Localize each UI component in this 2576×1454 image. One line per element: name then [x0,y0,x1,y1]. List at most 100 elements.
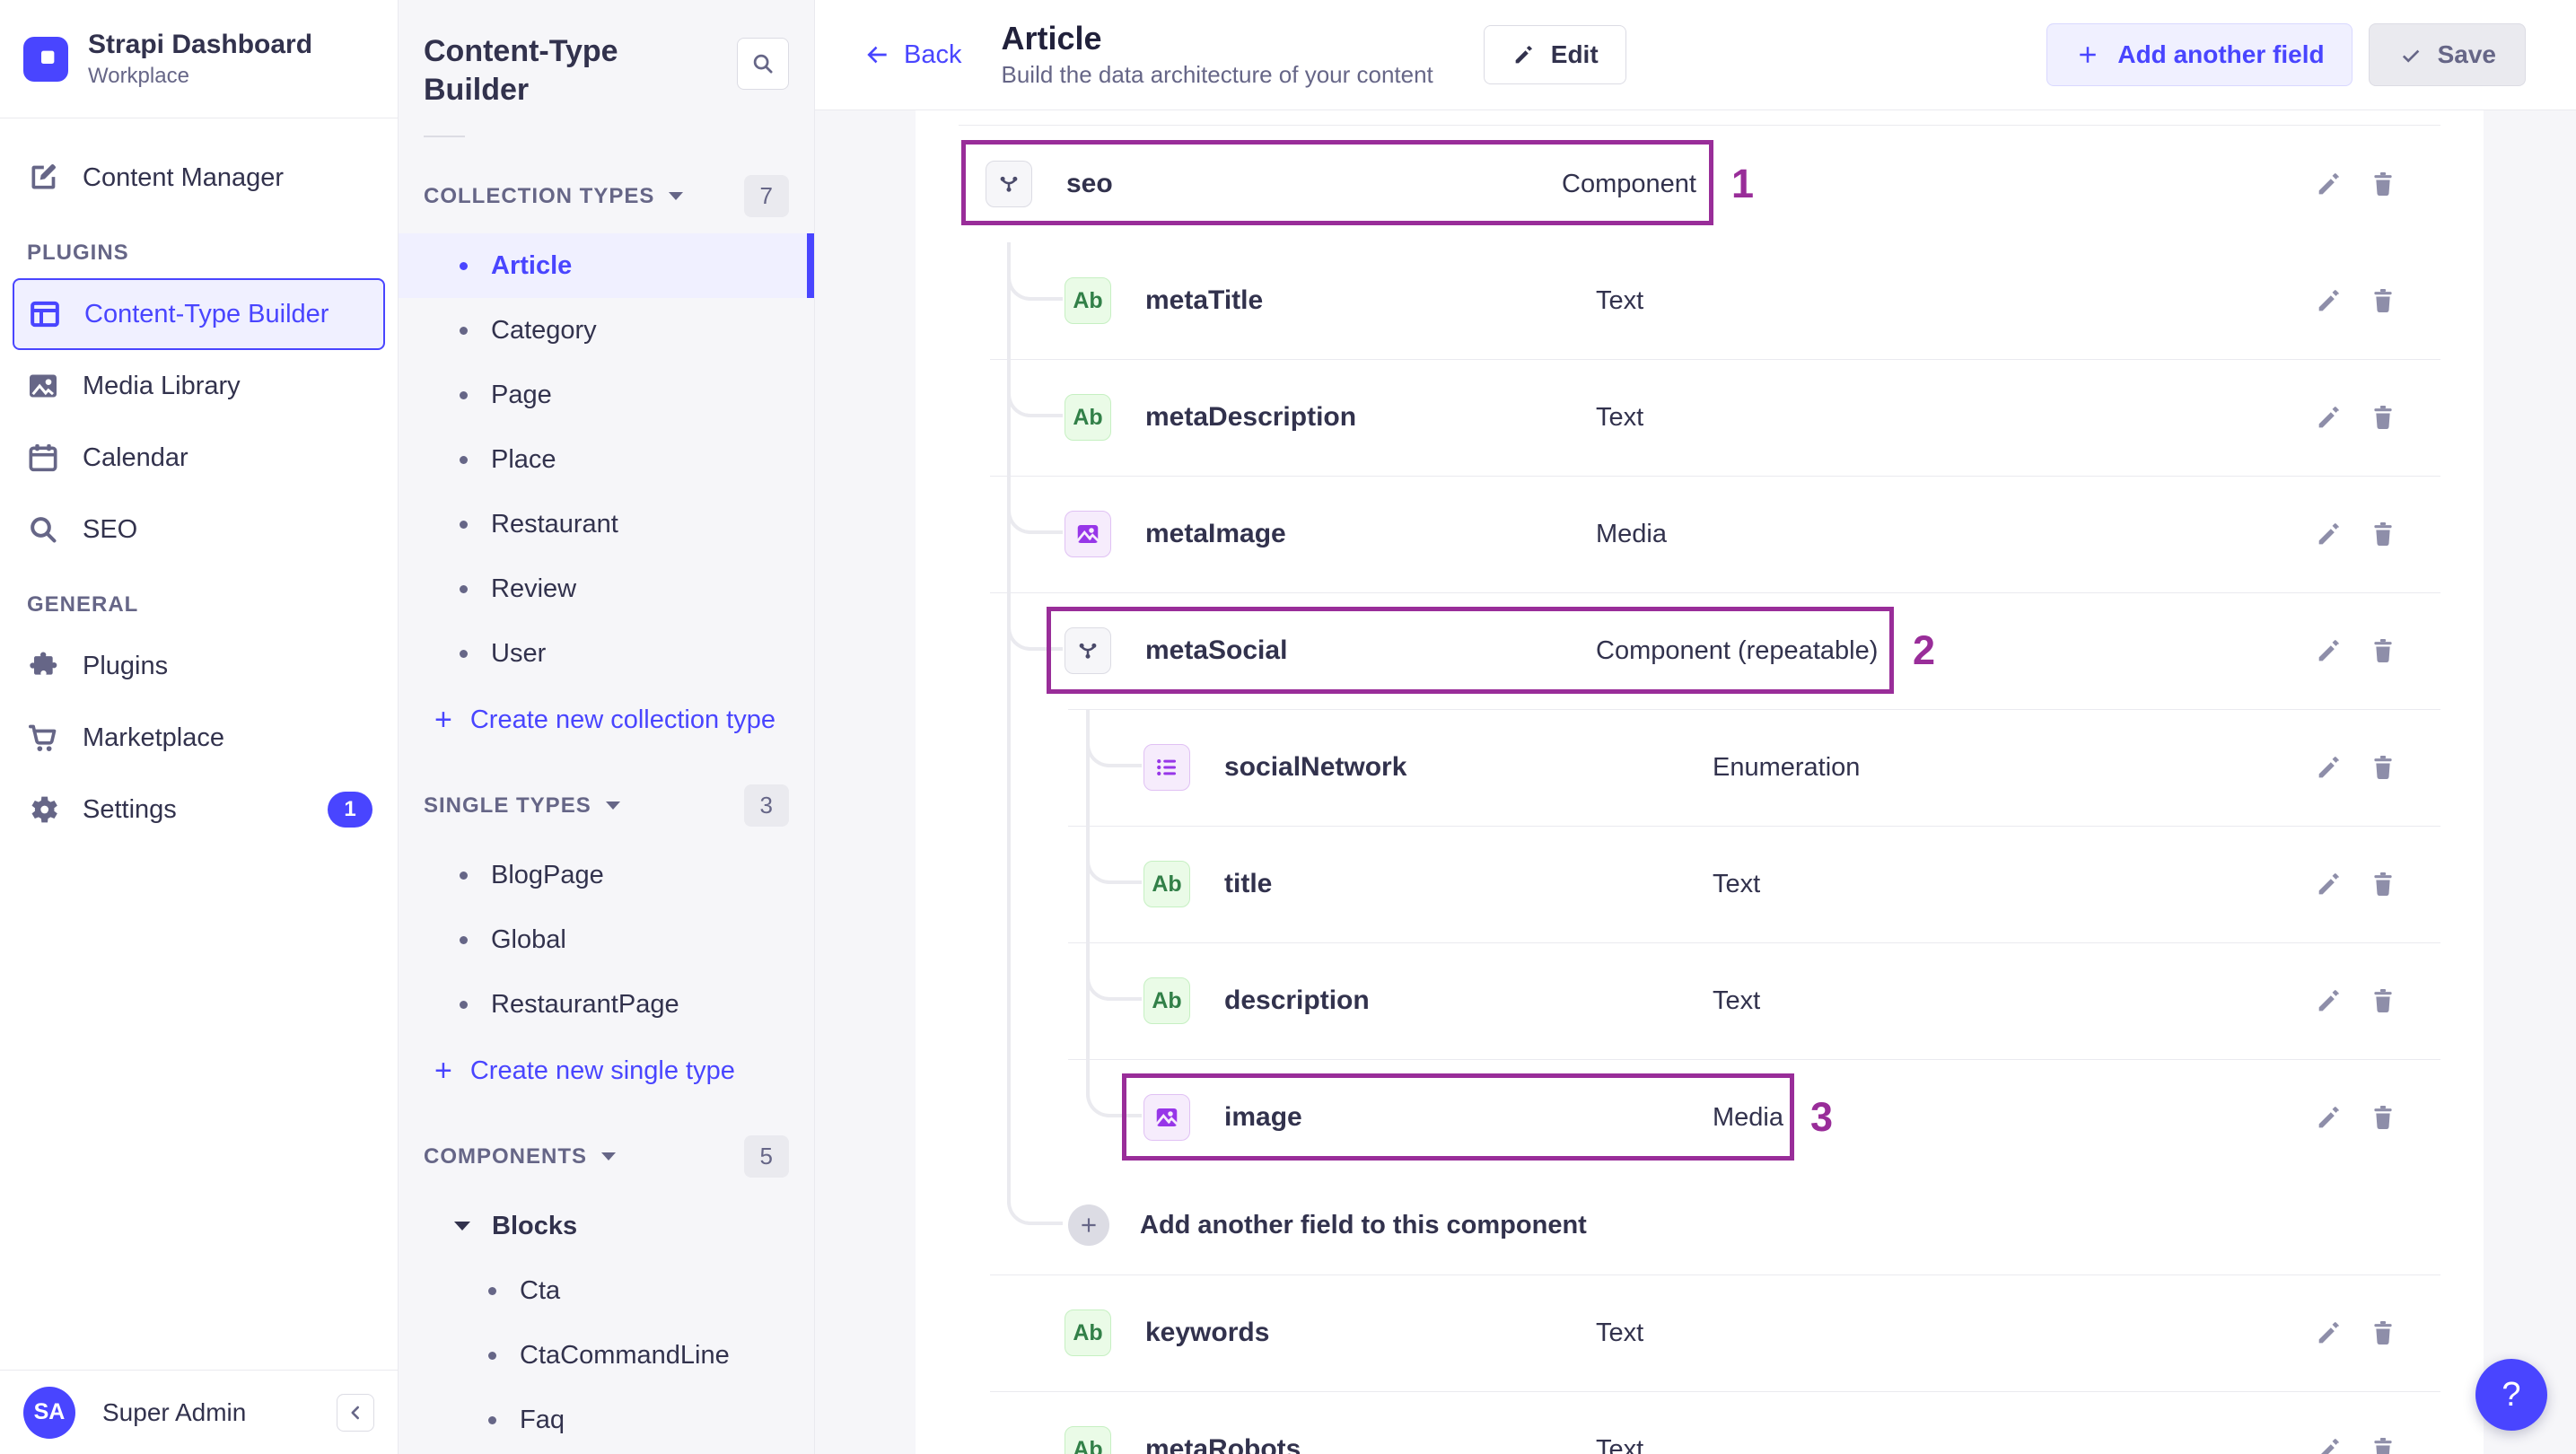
field-row-metaimage: metaImage Media [959,476,2440,592]
collection-type-category[interactable]: Category [399,298,814,363]
component-faq[interactable]: Faq [399,1388,814,1452]
single-type-blogpage[interactable]: BlogPage [399,843,814,907]
field-type: Text [1596,402,1644,432]
single-type-global[interactable]: Global [399,907,814,972]
nav-marketplace[interactable]: Marketplace [13,702,385,774]
edit-field-button[interactable] [2314,1434,2344,1454]
bullet-icon [460,649,468,658]
create-single-type-link[interactable]: + Create new single type [424,1037,789,1105]
delete-field-button[interactable] [2368,285,2398,316]
chevron-down-icon[interactable] [601,1152,617,1161]
nav-media-library[interactable]: Media Library [13,350,385,422]
edit-field-button[interactable] [2314,752,2344,783]
text-field-icon: Ab [1143,861,1190,907]
main-sidebar: Strapi Dashboard Workplace Content Manag… [0,0,399,1454]
item-label: Global [491,924,566,954]
component-ctacommandline[interactable]: CtaCommandLine [399,1323,814,1388]
collapse-sidebar-button[interactable] [337,1393,374,1432]
collection-type-user[interactable]: User [399,621,814,686]
field-name: socialNetwork [1224,752,1407,782]
bullet-icon [460,326,468,335]
delete-field-button[interactable] [2368,169,2398,199]
calendar-icon [25,440,61,476]
workspace-name: Workplace [88,63,189,88]
edit-field-button[interactable] [2314,1102,2344,1133]
back-link[interactable]: Back [863,40,961,70]
field-name: metaTitle [1145,285,1264,315]
collection-type-place[interactable]: Place [399,427,814,492]
edit-field-button[interactable] [2314,169,2344,199]
chevron-down-icon[interactable] [669,192,684,200]
collection-type-article[interactable]: Article [399,233,814,298]
avatar[interactable]: SA [23,1386,75,1439]
user-bar: SA Super Admin [0,1370,398,1454]
single-type-restaurantpage[interactable]: RestaurantPage [399,972,814,1037]
edit-field-button[interactable] [2314,285,2344,316]
edit-field-button[interactable] [2314,519,2344,549]
nav-label: Settings [83,794,177,824]
collection-type-review[interactable]: Review [399,556,814,621]
search-button[interactable] [737,38,789,90]
components-label: COMPONENTS [424,1143,588,1169]
delete-field-button[interactable] [2368,1102,2398,1133]
help-button[interactable]: ? [2475,1359,2547,1431]
plus-icon: + [434,1053,452,1088]
delete-field-button[interactable] [2368,519,2398,549]
field-type: Media [1713,1102,1783,1132]
delete-field-button[interactable] [2368,752,2398,783]
field-row-socialnetwork: socialNetwork Enumeration [959,709,2440,826]
text-field-icon: Ab [1065,277,1111,324]
user-name: Super Admin [102,1397,247,1426]
delete-field-button[interactable] [2368,869,2398,899]
edit-field-button[interactable] [2314,1318,2344,1348]
collection-type-page[interactable]: Page [399,363,814,427]
delete-field-button[interactable] [2368,985,2398,1016]
nav-label: Content-Type Builder [84,299,329,328]
annotation-number-2: 2 [1913,627,1936,673]
nav-seo[interactable]: SEO [13,494,385,565]
check-icon [2402,49,2419,63]
builder-sidebar: Content-Type Builder COLLECTION TYPES 7 … [399,0,815,1454]
item-label: Article [491,250,573,280]
component-category-blocks[interactable]: Blocks [424,1194,789,1258]
add-another-field-button[interactable]: Add another field [2046,23,2353,86]
nav-content-manager[interactable]: Content Manager [13,142,385,214]
page-title: Article [1001,19,1102,57]
field-type: Text [1596,1434,1644,1454]
text-field-icon: Ab [1143,977,1190,1024]
bullet-icon [488,1415,496,1424]
delete-field-button[interactable] [2368,1434,2398,1454]
edit-field-button[interactable] [2314,635,2344,666]
field-type: Component [1562,169,1696,198]
text-field-icon: Ab [1065,1426,1111,1454]
chevron-down-icon[interactable] [605,801,620,810]
bullet-icon [460,935,468,944]
bullet-icon [460,871,468,880]
edit-field-button[interactable] [2314,402,2344,433]
save-button[interactable]: Save [2368,23,2526,86]
builder-title: Content-Type Builder [424,34,618,107]
delete-field-button[interactable] [2368,1318,2398,1348]
component-cta[interactable]: Cta [399,1258,814,1323]
add-field-to-component-button[interactable]: Add another field to this component [959,1176,2440,1274]
item-label: Category [491,315,597,345]
text-field-icon: Ab [1065,394,1111,441]
component-icon [1065,627,1111,674]
edit-button[interactable]: Edit [1483,25,1626,84]
plus-icon [1068,1204,1109,1246]
back-label: Back [904,39,962,69]
nav-calendar[interactable]: Calendar [13,422,385,494]
annotation-number-1: 1 [1731,161,1755,206]
collection-type-restaurant[interactable]: Restaurant [399,492,814,556]
delete-field-button[interactable] [2368,635,2398,666]
create-collection-type-link[interactable]: + Create new collection type [424,686,789,754]
bullet-icon [460,584,468,593]
nav-settings[interactable]: Settings 1 [13,774,385,845]
edit-field-button[interactable] [2314,985,2344,1016]
nav-content-type-builder[interactable]: Content-Type Builder [13,278,385,350]
nav-plugins[interactable]: Plugins [13,630,385,702]
item-label: RestaurantPage [491,989,679,1019]
edit-field-button[interactable] [2314,869,2344,899]
collection-types-label: COLLECTION TYPES [424,183,655,208]
delete-field-button[interactable] [2368,402,2398,433]
